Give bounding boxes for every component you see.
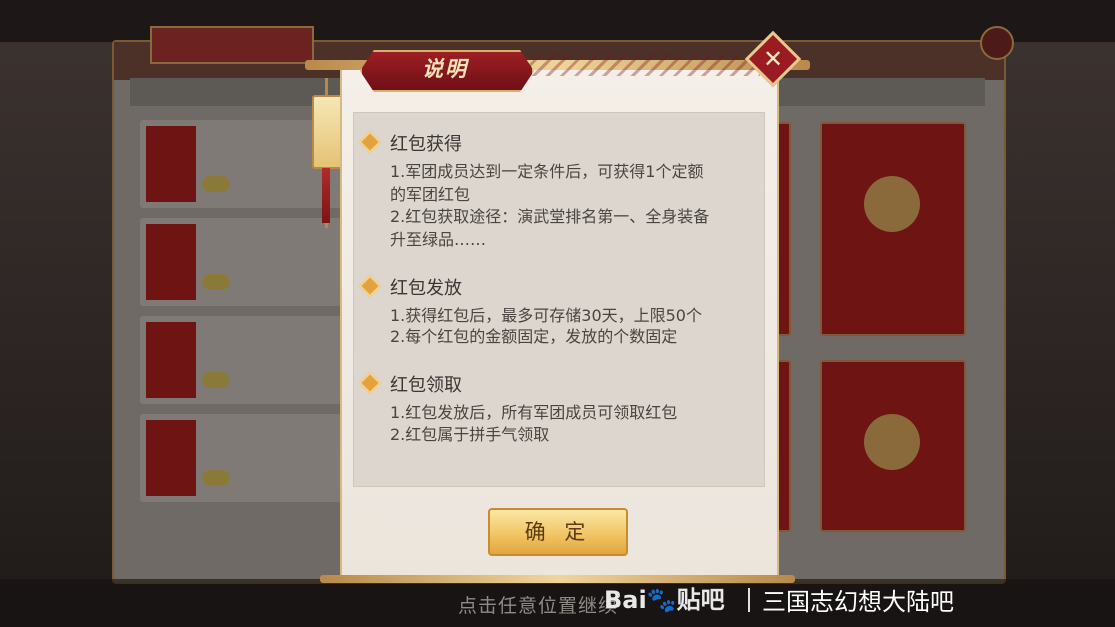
red-envelope-icon [146, 420, 196, 496]
section-line: 2.红包属于拼手气领取 [390, 425, 550, 444]
background-window-title [150, 26, 314, 64]
seal-icon [864, 176, 920, 232]
background-red-packet-card [820, 360, 966, 532]
tassel-icon [322, 168, 330, 223]
section-line: 1.红包发放后，所有军团成员可领取红包 [390, 403, 678, 422]
section-line: 升至绿品…… [390, 230, 487, 249]
red-envelope-icon [146, 322, 196, 398]
section-line: 1.军团成员达到一定条件后，可获得1个定额 [390, 162, 704, 181]
background-close-icon [980, 26, 1014, 60]
dialog-title: 说明 [422, 56, 468, 81]
section-line: 2.红包获取途径：演武堂排名第一、全身装备 [390, 207, 710, 226]
continue-tip[interactable]: 点击任意位置继续 [458, 591, 618, 618]
watermark-forum-name: 三国志幻想大陆吧 [762, 588, 954, 616]
section-line: 1.获得红包后，最多可存储30天，上限50个 [390, 306, 702, 325]
close-icon[interactable]: ✕ [753, 39, 793, 79]
title-pattern [525, 54, 760, 76]
coin-icon [202, 372, 230, 388]
section-title: 红包发放 [390, 278, 462, 299]
red-envelope-icon [146, 126, 196, 202]
section-line: 2.每个红包的金额固定，发放的个数固定 [390, 327, 678, 346]
baidu-tieba-logo: Bai🐾贴吧 [604, 586, 725, 614]
watermark-divider [748, 588, 750, 612]
section-title: 红包领取 [390, 375, 462, 396]
section-title: 红包获得 [390, 134, 462, 155]
background-red-packet-card [820, 122, 966, 336]
seal-icon [864, 414, 920, 470]
background-list-item [140, 316, 350, 404]
coin-icon [202, 274, 230, 290]
coin-icon [202, 176, 230, 192]
background-list-item [140, 414, 350, 502]
background-list-item [140, 218, 350, 306]
section-line: 的军团红包 [390, 185, 471, 204]
red-envelope-icon [146, 224, 196, 300]
coin-icon [202, 470, 230, 486]
confirm-button[interactable]: 确 定 [488, 508, 628, 556]
